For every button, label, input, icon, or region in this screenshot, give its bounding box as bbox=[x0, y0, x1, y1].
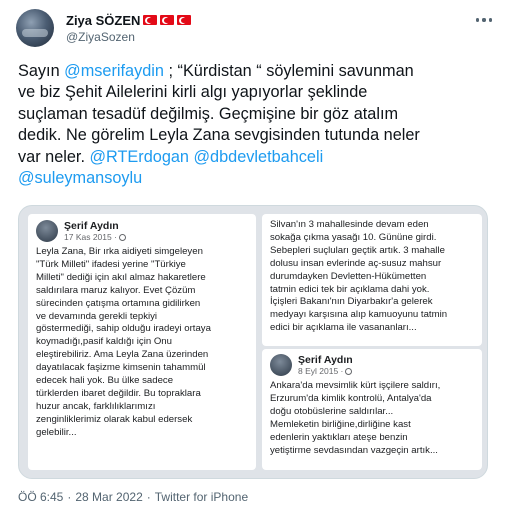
tweet-line: var neler. @RTErdogan @dbdevletbahceli bbox=[18, 147, 502, 168]
facebook-post-card: Şerif Aydın 17 Kas 2015 · Leyla Zana, Bi… bbox=[28, 214, 256, 470]
post-avatar bbox=[36, 220, 58, 242]
tweet-line: dedik. Ne görelim Leyla Zana sevgisinden… bbox=[18, 126, 420, 145]
post-line: saldırılara maruz kalıyor. Evet Çözüm bbox=[36, 284, 196, 296]
post-body: Ankara'da mevsimlik kürt işçilere saldır… bbox=[270, 380, 474, 457]
post-line: doğu otobüslerine saldırılar... bbox=[270, 405, 394, 417]
post-line: tatmin edici tek bir açıklama dahi yok. bbox=[270, 283, 430, 295]
post-line: eleştirebiliriz. Ama Leyla Zana üzerinde… bbox=[36, 349, 209, 361]
tweet-line: @suleymansoylu bbox=[18, 168, 502, 189]
mention-link[interactable]: @dbdevletbahceli bbox=[194, 148, 324, 166]
tweet-date[interactable]: 28 Mar 2022 bbox=[75, 490, 142, 504]
facebook-post-card: Şerif Aydın 8 Eyl 2015 · Ankara'da mevsi… bbox=[262, 349, 482, 470]
avatar[interactable] bbox=[16, 9, 54, 47]
turkey-flag-icon bbox=[177, 15, 192, 25]
post-line: durumdayken Devletten-Hükümetten bbox=[270, 270, 427, 282]
post-author: Şerif Aydın bbox=[298, 354, 353, 366]
post-line: Sebepleri suçluları geçtik artık. 3 maha… bbox=[270, 244, 445, 256]
globe-icon bbox=[345, 368, 353, 375]
footer-separator: · bbox=[146, 490, 151, 504]
tweet-footer: ÖÖ 6:45 · 28 Mar 2022 · Twitter for iPho… bbox=[18, 490, 248, 504]
tweet-time[interactable]: ÖÖ 6:45 bbox=[18, 490, 63, 504]
tweet-text: Sayın @mserifaydin ; “Kürdistan “ söylem… bbox=[18, 61, 502, 189]
post-line: huzur ancak, farklılıklarımızı bbox=[36, 400, 156, 412]
post-line: sürecinden çatışma ortamına gidilirken bbox=[36, 297, 201, 309]
more-horizontal-icon[interactable] bbox=[470, 10, 498, 30]
post-line: dayatılacak faşizme kimsenin tahammül bbox=[36, 362, 206, 374]
post-line: gelebilir... bbox=[36, 426, 77, 438]
post-avatar bbox=[270, 354, 292, 376]
tweet-text-segment: Sayın bbox=[18, 62, 65, 80]
post-line: edenlerin yaktıkları ateşe benzin bbox=[270, 431, 408, 443]
post-line: türklerden ibaret değildir. Bu topraklar… bbox=[36, 387, 201, 399]
turkey-flag-icon bbox=[143, 15, 158, 25]
mention-link[interactable]: @mserifaydin bbox=[64, 62, 164, 80]
post-date: 17 Kas 2015 · bbox=[64, 232, 126, 242]
tweet-text-segment: var neler. bbox=[18, 147, 90, 166]
post-line: zenginliklerimiz olarak kabul edersek bbox=[36, 413, 193, 425]
author-handle[interactable]: @ZiyaSozen bbox=[66, 30, 135, 44]
post-line: İçişleri Bakanı'nın Diyarbakır'a gelerek bbox=[270, 296, 433, 308]
tweet-line: ve biz Şehit Ailelerini kirli algı yapıy… bbox=[18, 83, 368, 102]
display-name[interactable]: Ziya SÖZEN bbox=[66, 13, 140, 28]
post-line: medyayı karşısına alıp kamuoyunu tatmin bbox=[270, 309, 448, 321]
tweet: Ziya SÖZEN @ZiyaSozen Sayın @mserifaydin… bbox=[0, 0, 515, 518]
post-body: Leyla Zana, Bir ırka aidiyeti simgeleyen… bbox=[36, 246, 248, 440]
post-header: Şerif Aydın 17 Kas 2015 · bbox=[36, 220, 248, 242]
post-author: Şerif Aydın bbox=[64, 220, 119, 232]
post-body: Silvan'ın 3 mahallesinde devam eden sokağ… bbox=[270, 219, 474, 335]
post-header: Şerif Aydın 8 Eyl 2015 · bbox=[270, 354, 474, 376]
post-line: Erzurum'da kimlik kontrolü, Antalya'da bbox=[270, 392, 432, 404]
post-line: dolusu insan evlerinde aç-susuz mahsur bbox=[270, 257, 442, 269]
turkey-flag-icon bbox=[160, 15, 175, 25]
post-line: edici bir açıklama ile vasananları... bbox=[270, 322, 417, 334]
post-line: Leyla Zana, Bir ırka aidiyeti simgeleyen bbox=[36, 246, 203, 257]
attached-image[interactable]: Şerif Aydın 17 Kas 2015 · Leyla Zana, Bi… bbox=[18, 205, 488, 479]
tweet-line: suçlaman tesadüf değilmiş. Geçmişine bir… bbox=[18, 104, 399, 123]
post-line: Memleketin birliğine,dirliğine kast bbox=[270, 418, 411, 430]
tweet-line: Sayın @mserifaydin ; “Kürdistan “ söylem… bbox=[18, 61, 502, 82]
post-line: koymadığı,pasif kaldığı için Onu bbox=[36, 336, 172, 348]
post-line: Milleti" dediği için akıl almaz hakaretl… bbox=[36, 271, 206, 283]
tweet-text-segment: ; “Kürdistan “ söylemini savunman bbox=[163, 62, 414, 80]
post-line: "Türk Milleti" ifadesi yerine "Türkiye bbox=[36, 258, 186, 270]
post-date: 8 Eyl 2015 · bbox=[298, 366, 353, 376]
mention-link[interactable]: @RTErdogan bbox=[90, 148, 190, 166]
post-line: Silvan'ın 3 mahallesinde devam eden bbox=[270, 219, 429, 230]
author-name-row[interactable]: Ziya SÖZEN bbox=[66, 12, 192, 28]
globe-icon bbox=[118, 234, 126, 241]
post-line: sokağa çıkma yasağı 10. Gününe girdi. bbox=[270, 231, 437, 243]
mention-link[interactable]: @suleymansoylu bbox=[18, 169, 142, 187]
post-line: edecek hali yok. Bu ülke sadece bbox=[36, 375, 174, 387]
post-line: ve devamında gerekli tepkiyi bbox=[36, 310, 158, 322]
post-line: göstermediği, sahip olduğu iradeyi ortay… bbox=[36, 323, 211, 335]
tweet-source[interactable]: Twitter for iPhone bbox=[155, 490, 248, 504]
post-line: yetiştirme sevdasından vazgeçin artık... bbox=[270, 444, 438, 456]
facebook-post-card: Silvan'ın 3 mahallesinde devam eden sokağ… bbox=[262, 214, 482, 346]
post-line: Ankara'da mevsimlik kürt işçilere saldır… bbox=[270, 380, 441, 391]
footer-separator: · bbox=[67, 490, 72, 504]
